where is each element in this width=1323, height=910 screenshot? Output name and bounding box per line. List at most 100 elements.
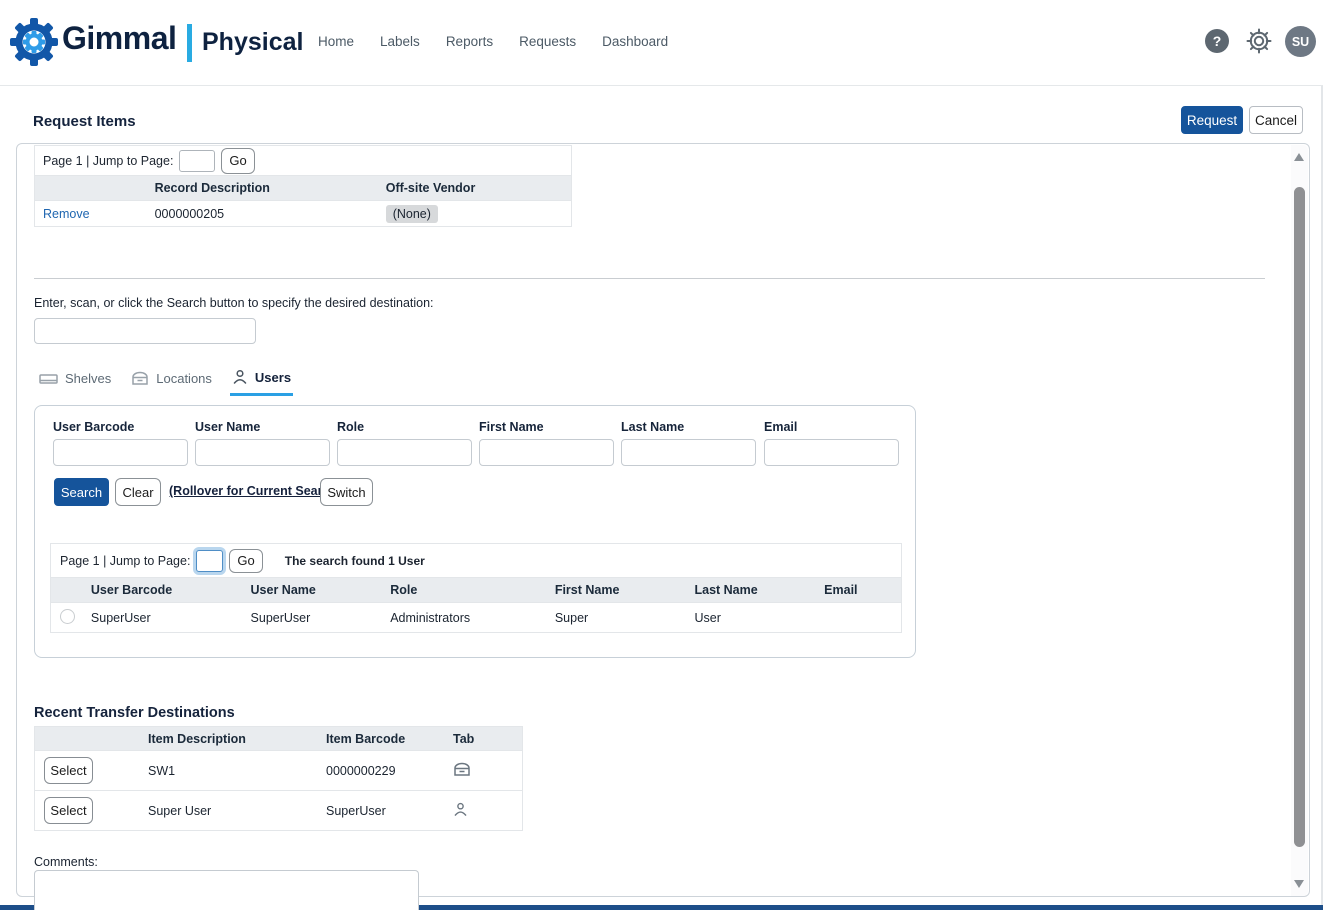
brand-divider [187, 24, 192, 62]
cancel-button[interactable]: Cancel [1249, 106, 1303, 134]
settings-gear-icon[interactable] [1245, 27, 1273, 60]
brand-name: Gimmal [62, 20, 176, 57]
items-col-record-description: Record Description [147, 181, 378, 195]
table-row: SuperUser SuperUser Administrators Super… [51, 602, 901, 632]
result-last-name: User [695, 611, 825, 625]
transfers-col-item-description: Item Description [140, 732, 318, 746]
main-nav: Home Labels Reports Requests Dashboard [318, 34, 668, 49]
last-name-label: Last Name [621, 420, 684, 434]
results-col-email: Email [824, 583, 901, 597]
switch-button[interactable]: Switch [320, 478, 373, 506]
user-barcode-field[interactable] [53, 439, 188, 466]
archive-icon [445, 762, 516, 780]
result-user-barcode: SuperUser [91, 611, 251, 625]
archive-icon [131, 371, 149, 386]
results-go-button[interactable]: Go [229, 549, 262, 573]
result-first-name: Super [555, 611, 695, 625]
transfer-item-description: Super User [140, 804, 318, 818]
results-pager-label: Page 1 | Jump to Page: [60, 554, 190, 568]
items-col-offsite-vendor: Off-site Vendor [378, 181, 571, 195]
select-button[interactable]: Select [44, 797, 93, 824]
last-name-field[interactable] [621, 439, 756, 466]
transfer-item-barcode: SuperUser [318, 804, 445, 818]
user-name-field[interactable] [195, 439, 330, 466]
user-icon [445, 802, 516, 820]
record-description-value: 0000000205 [147, 207, 378, 221]
results-jump-page-input[interactable] [196, 550, 223, 572]
first-name-label: First Name [479, 420, 544, 434]
nav-home[interactable]: Home [318, 34, 354, 49]
results-header-row: User Barcode User Name Role First Name L… [51, 577, 901, 602]
nav-requests[interactable]: Requests [519, 34, 576, 49]
user-search-panel: User Barcode User Name Role First Name L… [34, 405, 916, 658]
shelf-icon [39, 372, 58, 386]
role-field[interactable] [337, 439, 472, 466]
comments-label: Comments: [34, 855, 98, 869]
help-icon[interactable]: ? [1205, 29, 1229, 53]
user-icon [232, 369, 248, 385]
email-field[interactable] [764, 439, 899, 466]
transfer-item-barcode: 0000000229 [318, 764, 445, 778]
results-pager-row: Page 1 | Jump to Page: Go The search fou… [51, 544, 901, 577]
select-user-radio[interactable] [60, 609, 75, 624]
offsite-vendor-badge: (None) [386, 205, 438, 223]
items-jump-page-input[interactable] [179, 150, 215, 172]
search-button[interactable]: Search [54, 478, 109, 506]
results-col-user-name: User Name [251, 583, 391, 597]
vertical-scrollbar[interactable] [1291, 145, 1308, 896]
transfers-col-tab: Tab [445, 732, 516, 746]
nav-dashboard[interactable]: Dashboard [602, 34, 668, 49]
request-form-panel: Page 1 | Jump to Page: Go Record Descrip… [16, 143, 1310, 897]
user-name-label: User Name [195, 420, 260, 434]
destination-tabs: Shelves Locations [37, 365, 293, 396]
items-go-button[interactable]: Go [221, 148, 254, 174]
request-button[interactable]: Request [1181, 106, 1243, 134]
scrollbar-thumb[interactable] [1294, 187, 1305, 847]
tab-shelves-label: Shelves [65, 371, 111, 386]
table-row: Remove 0000000205 (None) [35, 200, 571, 226]
destination-prompt: Enter, scan, or click the Search button … [34, 296, 434, 310]
result-role: Administrators [390, 611, 555, 625]
tab-locations[interactable]: Locations [129, 365, 214, 396]
transfers-col-item-barcode: Item Barcode [318, 732, 445, 746]
scroll-up-icon[interactable] [1294, 151, 1304, 161]
recent-transfers-table: Item Description Item Barcode Tab Select… [34, 726, 523, 831]
table-row: Select Super User SuperUser [35, 790, 522, 830]
destination-input[interactable] [34, 318, 256, 344]
section-divider [34, 278, 1265, 279]
items-pager-label: Page 1 | Jump to Page: [43, 154, 173, 168]
selected-items-table: Page 1 | Jump to Page: Go Record Descrip… [34, 145, 572, 227]
comments-textarea[interactable] [34, 870, 419, 910]
nav-labels[interactable]: Labels [380, 34, 420, 49]
tab-shelves[interactable]: Shelves [37, 365, 113, 396]
items-header-row: Record Description Off-site Vendor [35, 175, 571, 200]
results-summary: The search found 1 User [285, 554, 425, 568]
tab-locations-label: Locations [156, 371, 212, 386]
gimmal-logo-gear-icon [10, 16, 60, 73]
app-header: Gimmal Physical Home Labels Reports Requ… [0, 0, 1323, 86]
results-col-user-barcode: User Barcode [91, 583, 251, 597]
app-window: Gimmal Physical Home Labels Reports Requ… [0, 0, 1323, 910]
tab-users[interactable]: Users [230, 365, 293, 396]
clear-button[interactable]: Clear [115, 478, 161, 506]
nav-reports[interactable]: Reports [446, 34, 493, 49]
user-avatar[interactable]: SU [1285, 26, 1316, 57]
brand-product: Physical [202, 28, 303, 57]
page-title: Request Items [33, 113, 136, 130]
select-button[interactable]: Select [44, 757, 93, 784]
results-col-last-name: Last Name [694, 583, 824, 597]
table-row: Select SW1 0000000229 [35, 750, 522, 790]
items-pager-row: Page 1 | Jump to Page: Go [35, 146, 571, 175]
scroll-down-icon[interactable] [1294, 880, 1304, 890]
first-name-field[interactable] [479, 439, 614, 466]
rollover-current-search-link[interactable]: (Rollover for Current Search) [169, 484, 341, 498]
results-col-role: Role [390, 583, 555, 597]
transfers-header-row: Item Description Item Barcode Tab [35, 727, 522, 750]
role-label: Role [337, 420, 364, 434]
result-user-name: SuperUser [251, 611, 391, 625]
results-col-first-name: First Name [555, 583, 695, 597]
remove-link[interactable]: Remove [43, 207, 90, 221]
recent-transfers-title: Recent Transfer Destinations [34, 705, 235, 721]
tab-users-label: Users [255, 370, 291, 385]
email-label: Email [764, 420, 797, 434]
